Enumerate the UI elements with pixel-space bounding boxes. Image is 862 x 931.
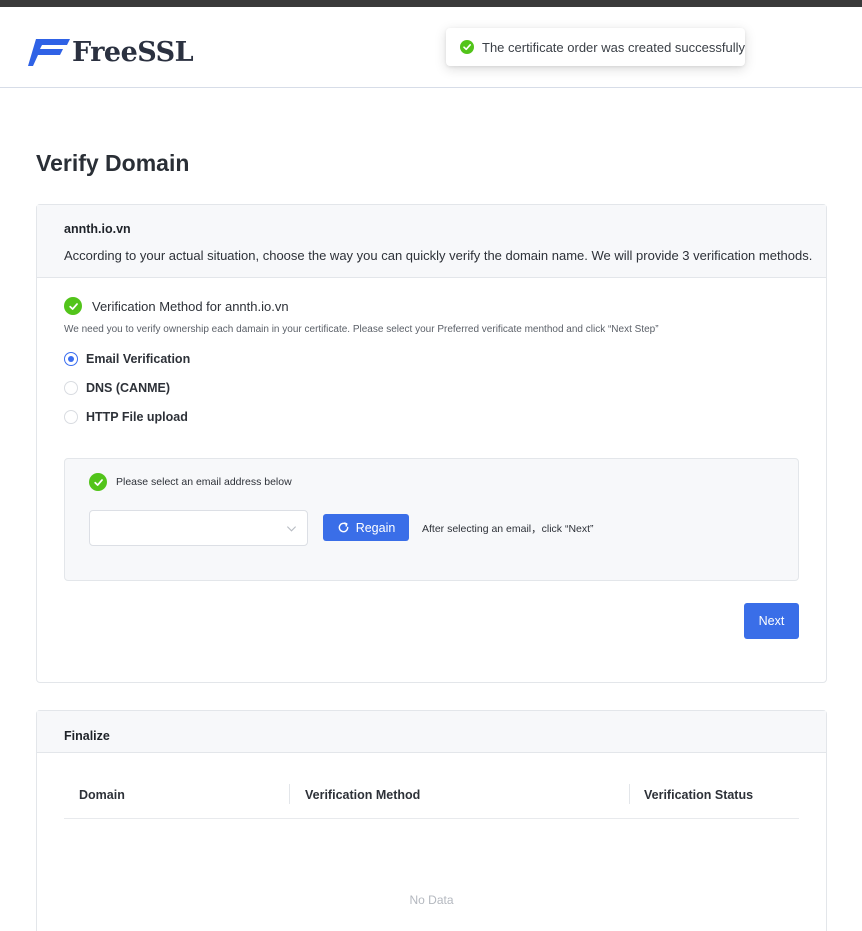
email-panel-title-text: Please select an email address below (116, 476, 292, 488)
header: FreeSSL The certificate order was create… (0, 7, 862, 88)
regain-button[interactable]: Regain (323, 514, 409, 541)
verify-card-header: annth.io.vn According to your actual sit… (37, 205, 826, 278)
email-panel-title: Please select an email address below (89, 473, 292, 491)
email-verification-panel: Please select an email address below Reg… (64, 458, 799, 581)
logo-text: FreeSSL (72, 36, 194, 68)
check-circle-icon (460, 40, 474, 54)
verify-card: annth.io.vn According to your actual sit… (36, 204, 827, 683)
regain-button-label: Regain (355, 520, 396, 535)
verification-method-title: Verification Method for annth.io.vn (64, 297, 289, 315)
empty-state-text: No Data (409, 893, 454, 907)
column-header-domain: Domain (79, 788, 125, 802)
column-divider (629, 784, 630, 804)
radio-label[interactable]: HTTP File upload (86, 410, 188, 424)
domain-name: annth.io.vn (64, 222, 131, 236)
radio-label[interactable]: Email Verification (86, 352, 190, 366)
verification-method-note: We need you to verify ownership each dam… (64, 324, 659, 335)
radio-dns-canme[interactable]: DNS (CANME) (64, 381, 170, 395)
freessl-logo-icon (28, 39, 70, 66)
column-header-verification-method: Verification Method (305, 788, 421, 802)
verification-method-label: Verification Method for annth.io.vn (92, 298, 289, 314)
next-button[interactable]: Next (744, 603, 799, 639)
column-divider (289, 784, 290, 804)
check-circle-icon (89, 473, 107, 491)
email-select[interactable] (89, 510, 308, 546)
success-toast: The certificate order was created succes… (446, 28, 745, 66)
logo[interactable]: FreeSSL (28, 35, 194, 69)
radio-button[interactable] (64, 410, 78, 424)
check-circle-icon (64, 297, 82, 315)
column-header-verification-status: Verification Status (644, 788, 754, 802)
finalize-table-header: Domain Verification Method Verification … (64, 782, 799, 819)
toast-message: The certificate order was created succes… (482, 39, 745, 55)
finalize-card: Finalize Domain Verification Method Veri… (36, 710, 827, 931)
radio-button[interactable] (64, 381, 78, 395)
finalize-card-header: Finalize (37, 711, 826, 753)
page-title: Verify Domain (36, 150, 190, 176)
window-top-strip (0, 0, 862, 7)
email-hint: After selecting an email，click “Next” (422, 523, 594, 535)
chevron-down-icon (286, 526, 297, 532)
radio-label[interactable]: DNS (CANME) (86, 381, 170, 395)
radio-email-verification[interactable]: Email Verification (64, 352, 190, 366)
verify-description: According to your actual situation, choo… (64, 248, 813, 263)
refresh-icon (338, 522, 349, 533)
radio-button-checked[interactable] (64, 352, 78, 366)
radio-http-file-upload[interactable]: HTTP File upload (64, 410, 188, 424)
finalize-title: Finalize (64, 729, 110, 743)
